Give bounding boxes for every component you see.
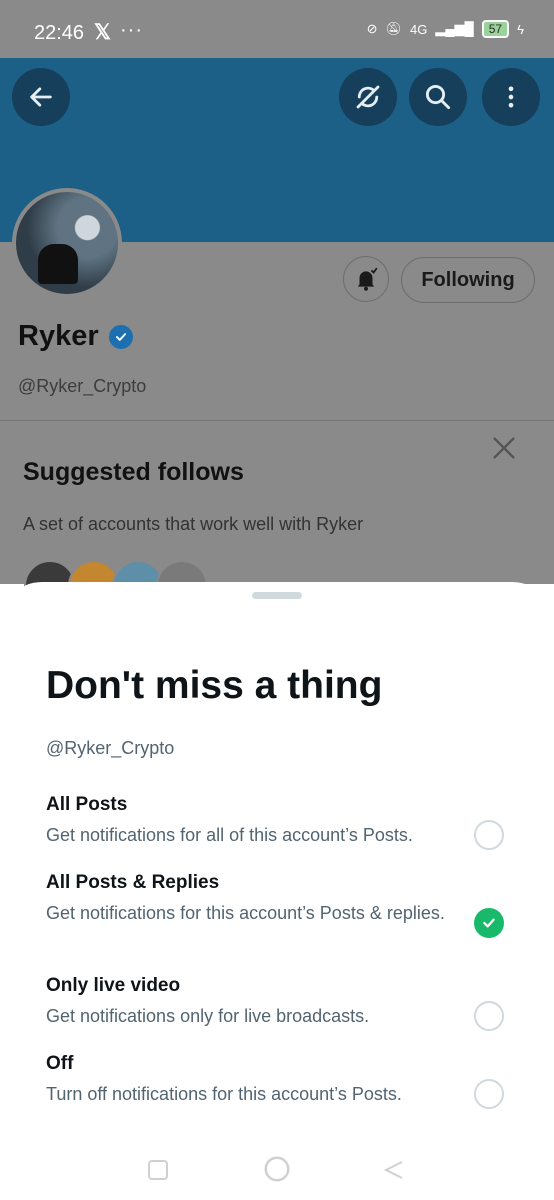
sync-button[interactable] [339,68,397,126]
charging-icon: ϟ [517,21,524,37]
verified-badge-icon [108,324,133,349]
sheet-title: Don't miss a thing [46,664,383,707]
status-icons: ⊘ 🔕︎ 4G ▂▄▆█ 57 ϟ [367,20,524,38]
divider [0,420,554,421]
option-desc: Get notifications for all of this accoun… [46,825,413,845]
option-desc: Get notifications only for live broadcas… [46,1006,370,1026]
radio-only-live-video[interactable] [474,1001,504,1031]
option-only-live-video[interactable]: Only live video Get notifications only f… [46,975,516,1031]
status-time: 22:46 [34,22,85,44]
option-desc: Get notifications for this account’s Pos… [46,903,445,923]
search-button[interactable] [409,68,467,126]
profile-handle: @Ryker_Crypto [18,376,147,396]
option-title: Only live video [46,975,181,996]
radio-all-posts[interactable] [474,820,504,850]
more-notifications-icon: ··· [120,19,143,41]
notification-settings-sheet: Don't miss a thing @Ryker_Crypto All Pos… [0,582,554,1200]
link-icon: ⊘ [366,21,378,36]
suggested-follows-title: Suggested follows [23,458,244,486]
option-title: All Posts & Replies [46,872,220,893]
bell-icon [357,267,378,291]
system-nav-bar [0,1140,554,1200]
sheet-drag-handle[interactable] [252,592,302,599]
recent-apps-icon[interactable] [146,1158,170,1182]
more-vertical-icon [508,86,514,108]
network-label: 4G [409,21,428,37]
option-all-posts[interactable]: All Posts Get notifications for all of t… [46,794,516,850]
close-icon [493,437,515,459]
profile-name-row: Ryker [18,320,133,353]
option-off[interactable]: Off Turn off notifications for this acco… [46,1053,516,1109]
home-icon[interactable] [262,1154,292,1184]
back-arrow-icon [30,87,52,107]
option-title: Off [46,1053,74,1074]
option-desc: Turn off notifications for this account’… [46,1084,402,1104]
back-button[interactable] [12,68,70,126]
battery-level: 57 [481,20,510,38]
back-nav-icon[interactable] [382,1158,406,1182]
sheet-handle: @Ryker_Crypto [46,738,175,758]
suggested-follows-subtitle: A set of accounts that work well with Ry… [23,514,364,534]
radio-all-posts-replies[interactable] [474,908,504,938]
check-icon [483,918,495,928]
search-icon [425,84,451,110]
more-options-button[interactable] [482,68,540,126]
following-button[interactable]: Following [401,257,535,303]
close-suggestions-button[interactable] [488,432,520,464]
avatar[interactable] [12,188,122,298]
profile-name: Ryker [18,320,99,352]
signal-icon: ▂▄▆█ [435,21,474,36]
option-title: All Posts [46,794,128,815]
status-bar: 22:46 𝕏 ··· ⊘ 🔕︎ 4G ▂▄▆█ 57 ϟ [0,0,554,58]
option-all-posts-replies[interactable]: All Posts & Replies Get notifications fo… [46,872,516,938]
mute-icon: 🔕︎ [385,21,402,36]
radio-off[interactable] [474,1079,504,1109]
sync-off-icon [356,85,380,109]
notifications-bell-button[interactable] [343,256,389,302]
x-logo-icon: 𝕏 [94,21,111,44]
